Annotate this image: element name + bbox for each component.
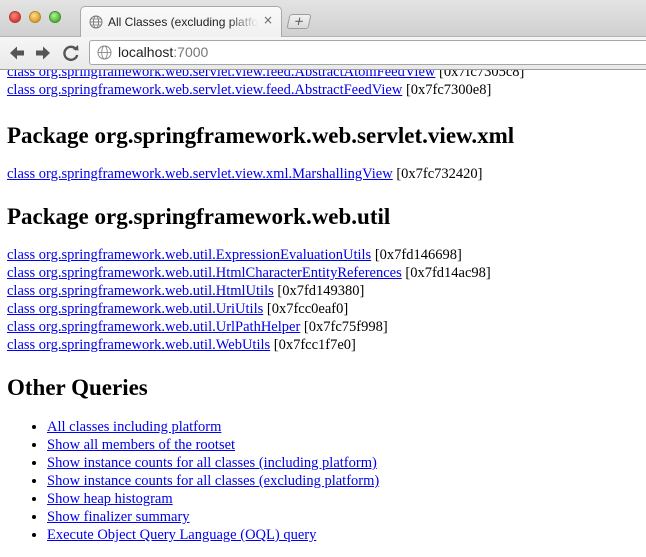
tab-active[interactable]: All Classes (excluding platform) × — [80, 6, 282, 37]
class-row: class org.springframework.web.util.Expre… — [7, 246, 646, 264]
object-address: [0x7fc7300e8] — [402, 82, 492, 98]
class-row: class org.springframework.web.util.WebUt… — [7, 336, 646, 354]
list-item: Show instance counts for all classes (in… — [47, 454, 646, 472]
object-address: [0x7fd146698] — [371, 247, 462, 263]
object-address: [0x7fc732420] — [392, 166, 483, 182]
other-queries-heading: Other Queries — [7, 375, 148, 400]
new-tab-button[interactable]: + — [286, 14, 312, 29]
query-link-finalizer-summary[interactable]: Show finalizer summary — [47, 509, 190, 525]
close-window-button[interactable] — [9, 11, 21, 23]
class-row: class org.springframework.web.servlet.vi… — [7, 70, 646, 81]
class-link[interactable]: class org.springframework.web.util.WebUt… — [7, 337, 270, 353]
page-icon — [97, 45, 112, 60]
browser-toolbar: localhost:7000 — [0, 37, 646, 70]
list-item: Execute Object Query Language (OQL) quer… — [47, 526, 646, 544]
minimize-window-button[interactable] — [29, 11, 41, 23]
class-row: class org.springframework.web.util.UrlPa… — [7, 318, 646, 336]
package-heading: Package org.springframework.web.util — [7, 204, 391, 229]
tab-close-icon[interactable]: × — [263, 13, 273, 27]
back-button[interactable] — [6, 42, 28, 64]
class-row: class org.springframework.web.util.HtmlU… — [7, 282, 646, 300]
list-item: All classes including platform — [47, 418, 646, 436]
reload-button[interactable] — [60, 42, 82, 64]
class-link[interactable]: class org.springframework.web.util.HtmlC… — [7, 265, 402, 281]
url-host: localhost — [118, 44, 174, 60]
arrow-right-icon — [36, 46, 50, 60]
query-link-heap-histogram[interactable]: Show heap histogram — [47, 491, 173, 507]
zoom-window-button[interactable] — [49, 11, 61, 23]
class-link[interactable]: class org.springframework.web.servlet.vi… — [7, 70, 435, 80]
object-address: [0x7fc7305c8] — [435, 70, 525, 80]
class-link[interactable]: class org.springframework.web.util.Expre… — [7, 247, 371, 263]
object-address: [0x7fcc1f7e0] — [270, 337, 356, 353]
other-queries-list: All classes including platform Show all … — [7, 418, 646, 544]
class-row: class org.springframework.web.util.HtmlC… — [7, 264, 646, 282]
address-bar[interactable]: localhost:7000 — [89, 40, 646, 65]
query-link-oql[interactable]: Execute Object Query Language (OQL) quer… — [47, 527, 316, 543]
list-item: Show instance counts for all classes (ex… — [47, 472, 646, 490]
arrow-left-icon — [10, 46, 24, 60]
page-content: class org.springframework.web.servlet.vi… — [7, 70, 646, 544]
list-item: Show all members of the rootset — [47, 436, 646, 454]
package-heading: Package org.springframework.web.servlet.… — [7, 123, 515, 148]
tab-title: All Classes (excluding platform) — [108, 15, 258, 29]
reload-icon — [63, 45, 79, 62]
class-row: class org.springframework.web.servlet.vi… — [7, 81, 646, 99]
url-text: localhost:7000 — [118, 44, 208, 60]
class-link[interactable]: class org.springframework.web.servlet.vi… — [7, 166, 393, 182]
object-address: [0x7fcc0eaf0] — [263, 301, 349, 317]
object-address: [0x7fc75f998] — [300, 319, 388, 335]
class-row: class org.springframework.web.servlet.vi… — [7, 165, 646, 183]
query-link-instance-counts-excluding[interactable]: Show instance counts for all classes (ex… — [47, 473, 379, 489]
url-port: :7000 — [173, 44, 209, 60]
class-link[interactable]: class org.springframework.web.util.HtmlU… — [7, 283, 274, 299]
object-address: [0x7fd14ac98] — [401, 265, 491, 281]
list-item: Show heap histogram — [47, 490, 646, 508]
class-row: class org.springframework.web.util.UriUt… — [7, 300, 646, 318]
tab-strip: All Classes (excluding platform) × + — [0, 0, 646, 37]
list-item: Show finalizer summary — [47, 508, 646, 526]
object-address: [0x7fd149380] — [273, 283, 365, 299]
query-link-rootset-members[interactable]: Show all members of the rootset — [47, 437, 235, 453]
class-link[interactable]: class org.springframework.web.util.UriUt… — [7, 301, 263, 317]
globe-icon — [89, 15, 103, 29]
forward-button[interactable] — [32, 42, 54, 64]
class-link[interactable]: class org.springframework.web.util.UrlPa… — [7, 319, 300, 335]
query-link-all-classes-including-platform[interactable]: All classes including platform — [47, 419, 221, 435]
page-viewport[interactable]: class org.springframework.web.servlet.vi… — [0, 70, 646, 557]
class-link[interactable]: class org.springframework.web.servlet.vi… — [7, 82, 402, 98]
query-link-instance-counts-including[interactable]: Show instance counts for all classes (in… — [47, 455, 377, 471]
